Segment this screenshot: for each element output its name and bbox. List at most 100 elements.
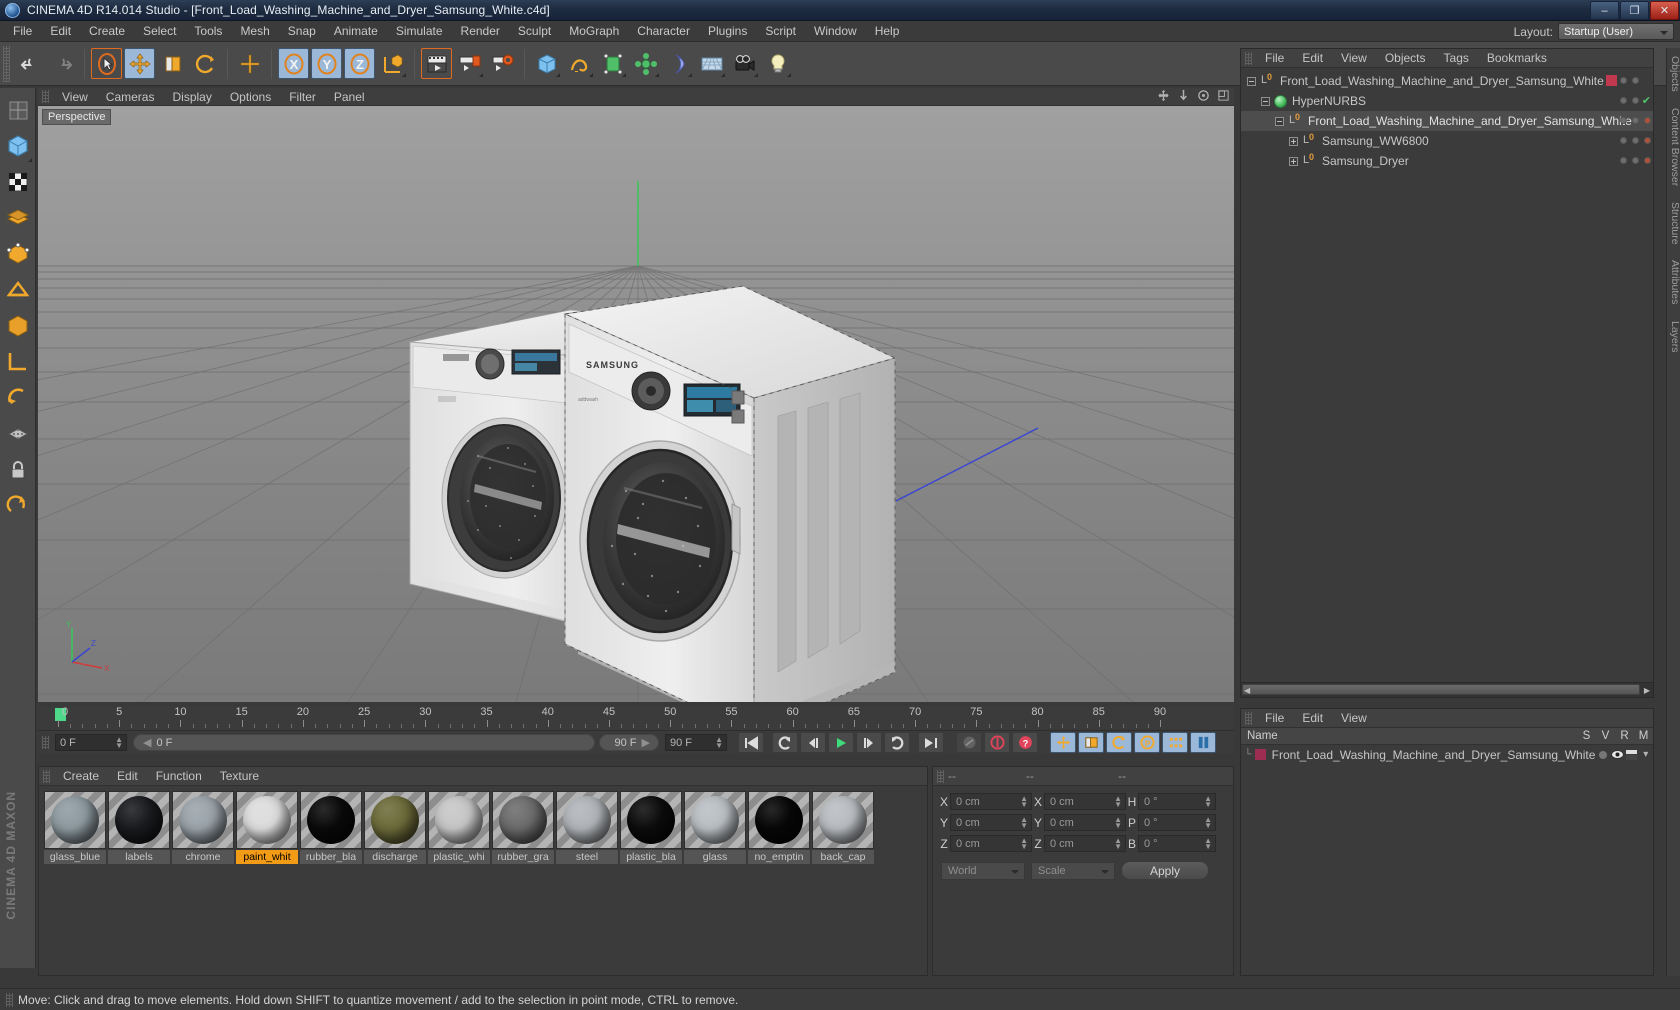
- visibility-editor-dot[interactable]: [1620, 77, 1627, 84]
- hypernurbs-enabled-check[interactable]: ✔: [1642, 94, 1651, 107]
- layer-render-toggle[interactable]: [1624, 749, 1638, 760]
- material-preview[interactable]: [428, 791, 490, 849]
- scale-key-icon[interactable]: [1078, 732, 1104, 753]
- rotation-key-icon[interactable]: [1106, 732, 1132, 753]
- x-axis-icon[interactable]: X: [278, 48, 309, 79]
- model-mode-icon[interactable]: [3, 129, 33, 163]
- cube-primitive-icon[interactable]: [531, 48, 562, 79]
- array-icon[interactable]: [630, 48, 661, 79]
- material-menu-function[interactable]: Function: [147, 768, 211, 784]
- menu-item-mesh[interactable]: Mesh: [231, 22, 278, 40]
- material-item[interactable]: rubber_bla: [300, 791, 362, 864]
- size-field[interactable]: 0 cm ▲ ▼: [1044, 793, 1126, 810]
- material-item[interactable]: plastic_whi: [428, 791, 490, 864]
- material-name[interactable]: rubber_gra: [492, 850, 554, 864]
- value-stepper[interactable]: ▲ ▼: [1020, 837, 1028, 851]
- goto-start-icon[interactable]: [738, 732, 764, 753]
- material-name[interactable]: glass_blue: [44, 850, 106, 864]
- workplane-icon[interactable]: [3, 345, 33, 379]
- object-menu-objects[interactable]: Objects: [1376, 50, 1435, 66]
- edge-mode-icon[interactable]: [3, 273, 33, 307]
- material-item[interactable]: labels: [108, 791, 170, 864]
- spline-icon[interactable]: [564, 48, 595, 79]
- visibility-render-dot[interactable]: [1632, 97, 1639, 104]
- material-preview[interactable]: [108, 791, 170, 849]
- object-row[interactable]: HyperNURBS ✔: [1241, 91, 1653, 111]
- timeline-ruler[interactable]: 0 5 10 15 20 25 30 35 40 45 50 55 60 65 70 75 80 85 90: [38, 706, 1234, 731]
- object-menu-tags[interactable]: Tags: [1435, 50, 1478, 66]
- position-field[interactable]: 0 cm ▲ ▼: [950, 793, 1032, 810]
- menu-item-edit[interactable]: Edit: [41, 22, 80, 40]
- rotate-view-icon[interactable]: [1197, 89, 1210, 105]
- material-menu-edit[interactable]: Edit: [108, 768, 147, 784]
- viewport-3d-canvas[interactable]: Perspective SAMSUNG addwash Y X Z: [38, 106, 1234, 702]
- layer-menu-edit[interactable]: Edit: [1293, 710, 1332, 726]
- material-name[interactable]: back_cap: [812, 850, 874, 864]
- frame-stepper[interactable]: ▲ ▼: [115, 736, 123, 750]
- move-icon[interactable]: [124, 48, 155, 79]
- texture-axis-icon[interactable]: [3, 93, 33, 127]
- material-name[interactable]: plastic_bla: [620, 850, 682, 864]
- object-axis-icon[interactable]: [3, 309, 33, 343]
- visibility-editor-dot[interactable]: [1620, 157, 1627, 164]
- menu-item-file[interactable]: File: [4, 22, 41, 40]
- material-item[interactable]: paint_whit: [236, 791, 298, 864]
- quantize-icon[interactable]: [3, 489, 33, 523]
- material-name[interactable]: discharge: [364, 850, 426, 864]
- status-bar-grip[interactable]: [6, 992, 13, 1007]
- object-row[interactable]: Samsung_Dryer: [1241, 151, 1653, 171]
- end-frame-stepper[interactable]: ▲ ▼: [715, 736, 723, 750]
- y-axis-icon[interactable]: Y: [311, 48, 342, 79]
- param-key-icon[interactable]: P: [1134, 732, 1160, 753]
- goto-end-icon[interactable]: [918, 732, 944, 753]
- layer-tag-icon[interactable]: [1606, 75, 1617, 86]
- value-stepper[interactable]: ▲ ▼: [1114, 837, 1122, 851]
- viewport-menu-view[interactable]: View: [53, 89, 97, 105]
- step-back-icon[interactable]: [800, 732, 826, 753]
- material-name[interactable]: labels: [108, 850, 170, 864]
- layer-menu-file[interactable]: File: [1256, 710, 1293, 726]
- menu-item-render[interactable]: Render: [452, 22, 509, 40]
- rotation-field[interactable]: 0 ° ▲ ▼: [1138, 814, 1216, 831]
- material-item[interactable]: glass_blue: [44, 791, 106, 864]
- collapse-icon[interactable]: [1247, 76, 1256, 86]
- dock-tab-layers[interactable]: Layers: [1667, 313, 1680, 361]
- object-manager-hscrollbar[interactable]: ◀ ▶: [1241, 682, 1653, 697]
- visibility-render-dot[interactable]: [1632, 117, 1639, 124]
- record-keyframe-icon[interactable]: [984, 732, 1010, 753]
- size-field[interactable]: 0 cm ▲ ▼: [1044, 835, 1126, 852]
- camera-icon[interactable]: [729, 48, 760, 79]
- play-reverse-icon[interactable]: [772, 732, 798, 753]
- material-item[interactable]: steel: [556, 791, 618, 864]
- point-mode-icon[interactable]: [3, 237, 33, 271]
- material-preview[interactable]: [748, 791, 810, 849]
- object-manager-grip[interactable]: [1245, 51, 1252, 65]
- toolbar-grip[interactable]: [3, 45, 10, 82]
- object-menu-edit[interactable]: Edit: [1293, 50, 1332, 66]
- material-item[interactable]: back_cap: [812, 791, 874, 864]
- size-field[interactable]: 0 cm ▲ ▼: [1044, 814, 1126, 831]
- layer-solo-toggle[interactable]: [1595, 750, 1609, 759]
- material-preview[interactable]: [556, 791, 618, 849]
- dock-tab-objects[interactable]: Objects: [1667, 48, 1680, 100]
- lock-axis-icon[interactable]: [3, 453, 33, 487]
- rotation-field[interactable]: 0 ° ▲ ▼: [1138, 835, 1216, 852]
- material-manager-grip[interactable]: [43, 769, 50, 783]
- value-stepper[interactable]: ▲ ▼: [1114, 816, 1122, 830]
- material-item[interactable]: glass: [684, 791, 746, 864]
- world-object-axis-icon[interactable]: [377, 48, 408, 79]
- layer-visibility-toggle[interactable]: [1610, 750, 1624, 759]
- material-name[interactable]: paint_whit: [236, 850, 298, 864]
- position-field[interactable]: 0 cm ▲ ▼: [950, 814, 1032, 831]
- material-preview[interactable]: [812, 791, 874, 849]
- undo-icon[interactable]: [14, 48, 45, 79]
- dock-tab-content-browser[interactable]: Content Browser: [1667, 100, 1680, 194]
- menu-item-help[interactable]: Help: [866, 22, 909, 40]
- menu-item-select[interactable]: Select: [134, 22, 185, 40]
- live-selection-icon[interactable]: [91, 48, 122, 79]
- layer-manager-toggle[interactable]: ▾: [1639, 749, 1653, 760]
- coordinate-mode-dropdown[interactable]: Scale: [1031, 861, 1115, 880]
- apply-button[interactable]: Apply: [1121, 861, 1209, 880]
- z-axis-icon[interactable]: Z: [344, 48, 375, 79]
- object-menu-bookmarks[interactable]: Bookmarks: [1478, 50, 1556, 66]
